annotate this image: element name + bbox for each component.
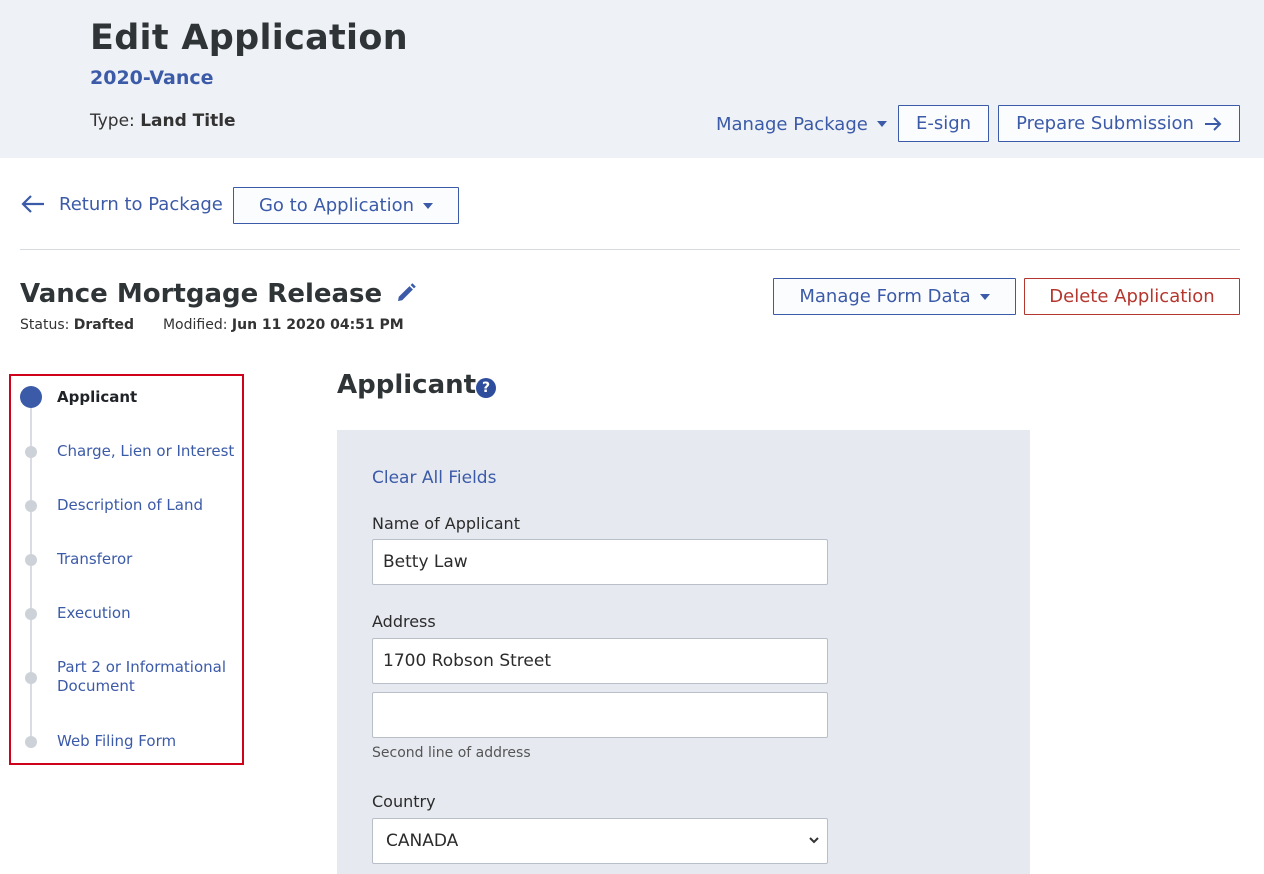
status-line: Status: Drafted Modified: Jun 11 2020 04… xyxy=(20,316,404,334)
step-marker xyxy=(25,608,37,620)
caret-down-icon xyxy=(979,293,990,300)
country-selected-value: CANADA xyxy=(386,831,459,851)
step-marker xyxy=(25,500,37,512)
manage-package-button[interactable]: Manage Package xyxy=(716,113,887,135)
address-label: Address xyxy=(372,612,436,631)
prepare-submission-button[interactable]: Prepare Submission xyxy=(998,105,1240,142)
manage-package-label: Manage Package xyxy=(716,113,868,135)
status-value: Drafted xyxy=(73,317,135,333)
address-line2-input[interactable] xyxy=(372,692,828,738)
application-type: Type: Land Title xyxy=(90,110,236,132)
step-marker xyxy=(25,736,37,748)
modified-value: Jun 11 2020 04:51 PM xyxy=(231,317,404,333)
step-part-2-informational[interactable]: Part 2 or Informational Document xyxy=(57,658,232,696)
stepper-highlight xyxy=(9,374,244,765)
section-title: Applicant xyxy=(337,370,477,400)
step-marker xyxy=(25,554,37,566)
country-label: Country xyxy=(372,792,436,811)
address-line2-hint: Second line of address xyxy=(372,745,531,761)
file-reference: 2020-Vance xyxy=(90,67,214,89)
divider xyxy=(20,249,1240,250)
manage-form-data-button[interactable]: Manage Form Data xyxy=(773,278,1016,315)
address-line1-input[interactable] xyxy=(372,638,828,684)
step-marker xyxy=(25,672,37,684)
step-execution[interactable]: Execution xyxy=(57,604,237,623)
arrow-right-icon xyxy=(1204,116,1222,131)
status-label: Status: xyxy=(20,317,70,333)
modified-label: Modified: xyxy=(162,317,228,333)
step-transferor[interactable]: Transferor xyxy=(57,550,237,569)
manage-form-data-label: Manage Form Data xyxy=(799,286,971,307)
type-label: Type: xyxy=(90,111,135,131)
pencil-icon[interactable] xyxy=(395,282,417,304)
name-of-applicant-input[interactable] xyxy=(372,539,828,585)
prepare-submission-label: Prepare Submission xyxy=(1016,113,1194,134)
return-to-package-label: Return to Package xyxy=(59,193,223,215)
step-applicant[interactable]: Applicant xyxy=(57,388,237,407)
caret-down-icon xyxy=(876,121,887,127)
help-icon[interactable]: ? xyxy=(476,378,496,398)
step-description-of-land[interactable]: Description of Land xyxy=(57,496,237,515)
step-marker xyxy=(25,446,37,458)
application-name: Vance Mortgage Release xyxy=(20,278,417,310)
return-to-package-link[interactable]: Return to Package xyxy=(20,192,223,216)
go-to-application-label: Go to Application xyxy=(258,195,415,216)
name-of-applicant-label: Name of Applicant xyxy=(372,514,520,533)
arrow-left-icon xyxy=(21,195,44,213)
clear-all-fields-link[interactable]: Clear All Fields xyxy=(372,467,496,489)
step-web-filing-form[interactable]: Web Filing Form xyxy=(57,732,237,751)
esign-button[interactable]: E-sign xyxy=(898,105,989,142)
go-to-application-button[interactable]: Go to Application xyxy=(233,187,459,224)
type-value: Land Title xyxy=(140,111,236,131)
page-title: Edit Application xyxy=(90,18,408,58)
caret-down-icon xyxy=(423,202,434,209)
country-select[interactable]: CANADA xyxy=(372,818,828,864)
application-name-text: Vance Mortgage Release xyxy=(20,279,383,309)
chevron-down-icon xyxy=(809,837,819,844)
delete-application-button[interactable]: Delete Application xyxy=(1024,278,1240,315)
step-charge-lien-interest[interactable]: Charge, Lien or Interest xyxy=(57,442,237,461)
step-marker-active xyxy=(20,386,42,408)
